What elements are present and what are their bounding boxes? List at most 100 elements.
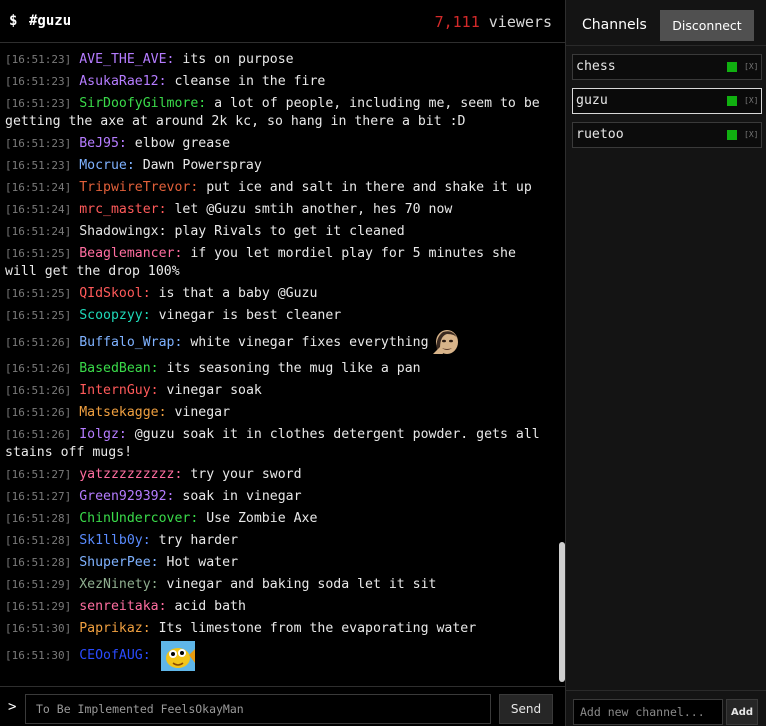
channel-name: chess bbox=[576, 59, 616, 74]
message-timestamp: [16:51:30] bbox=[5, 622, 72, 635]
chat-message: [16:51:28] ShuperPee: Hot water bbox=[5, 555, 239, 570]
message-timestamp: [16:51:30] bbox=[5, 649, 72, 662]
chat-message: [16:51:28] ChinUndercover: Use Zombie Ax… bbox=[5, 511, 318, 526]
message-username[interactable]: Green929392 bbox=[79, 489, 166, 504]
message-timestamp: [16:51:25] bbox=[5, 287, 72, 300]
message-username[interactable]: yatzzzzzzzzz bbox=[79, 467, 174, 482]
send-button[interactable]: Send bbox=[499, 694, 553, 724]
message-text: Dawn Powerspray bbox=[142, 158, 262, 173]
message-timestamp: [16:51:23] bbox=[5, 75, 72, 88]
message-username[interactable]: Shadowingx bbox=[79, 224, 158, 239]
chat-messages[interactable]: [16:51:23] AVE_THE_AVE: its on purpose [1… bbox=[0, 50, 555, 682]
message-username[interactable]: CEOofAUG bbox=[79, 648, 143, 663]
message-timestamp: [16:51:23] bbox=[5, 97, 72, 110]
viewer-number: 7,111 bbox=[434, 13, 480, 31]
chat-message: [16:51:27] yatzzzzzzzzz: try your sword bbox=[5, 467, 302, 482]
chat-message: [16:51:28] Sk1llb0y: try harder bbox=[5, 533, 239, 548]
message-username[interactable]: XezNinety bbox=[79, 577, 150, 592]
chat-message: [16:51:23] BeJ95: elbow grease bbox=[5, 136, 231, 151]
message-username[interactable]: Buffalo_Wrap bbox=[79, 335, 174, 350]
message-timestamp: [16:51:24] bbox=[5, 225, 72, 238]
message-text: Its limestone from the evaporating water bbox=[158, 621, 477, 636]
message-timestamp: [16:51:24] bbox=[5, 181, 72, 194]
channels-sidebar: Channels Disconnect chess [X] guzu [X] rueto… bbox=[565, 0, 766, 726]
message-timestamp: [16:51:27] bbox=[5, 468, 72, 481]
message-timestamp: [16:51:28] bbox=[5, 556, 72, 569]
viewer-count: 7,111 viewers bbox=[435, 13, 552, 31]
message-timestamp: [16:51:23] bbox=[5, 159, 72, 172]
chat-message: [16:51:24] mrc_master: let @Guzu smtih a… bbox=[5, 202, 453, 217]
viewer-label: viewers bbox=[488, 13, 552, 31]
message-username[interactable]: AVE_THE_AVE bbox=[79, 52, 166, 67]
message-username[interactable]: TripwireTrevor bbox=[79, 180, 190, 195]
new-channel-input[interactable] bbox=[573, 699, 723, 725]
chat-message: [16:51:26] BasedBean: its seasoning the … bbox=[5, 361, 421, 376]
message-username[interactable]: Sk1llb0y bbox=[79, 533, 143, 548]
message-text: white vinegar fixes everything bbox=[190, 335, 429, 350]
message-text: elbow grease bbox=[134, 136, 231, 151]
message-text: Hot water bbox=[166, 555, 239, 570]
message-username[interactable]: QIdSkool bbox=[79, 286, 143, 301]
message-text: try your sword bbox=[190, 467, 302, 482]
message-timestamp: [16:51:26] bbox=[5, 428, 72, 441]
message-username[interactable]: Paprikaz bbox=[79, 621, 143, 636]
close-channel-button[interactable]: [X] bbox=[744, 130, 758, 139]
fish-emote-icon bbox=[160, 641, 195, 671]
chat-message: [16:51:26] InternGuy: vinegar soak bbox=[5, 383, 262, 398]
chat-message: [16:51:30] CEOofAUG: bbox=[0, 640, 555, 671]
message-username[interactable]: InternGuy bbox=[79, 383, 150, 398]
message-username[interactable]: SirDoofyGilmore bbox=[79, 96, 198, 111]
message-username[interactable]: Matsekagge bbox=[79, 405, 158, 420]
message-username[interactable]: Beaglemancer bbox=[79, 246, 174, 261]
channel-name: ruetoo bbox=[576, 127, 624, 142]
chat-message: [16:51:29] XezNinety: vinegar and baking… bbox=[5, 577, 437, 592]
message-timestamp: [16:51:26] bbox=[5, 336, 72, 349]
add-channel-button[interactable]: Add bbox=[726, 699, 758, 725]
chat-message: [16:51:23] AsukaRae12: cleanse in the fi… bbox=[5, 74, 326, 89]
disconnect-button[interactable]: Disconnect bbox=[660, 10, 754, 41]
message-username[interactable]: mrc_master bbox=[79, 202, 158, 217]
message-timestamp: [16:51:24] bbox=[5, 203, 72, 216]
message-timestamp: [16:51:29] bbox=[5, 578, 72, 591]
chat-message: [16:51:30] Paprikaz: Its limestone from … bbox=[5, 621, 477, 636]
message-username[interactable]: BeJ95 bbox=[79, 136, 119, 151]
message-text: play Rivals to get it cleaned bbox=[174, 224, 405, 239]
message-text: vinegar is best cleaner bbox=[158, 308, 342, 323]
chat-message: [16:51:25] Scoopzyy: vinegar is best cle… bbox=[5, 308, 342, 323]
chat-message: [16:51:25] QIdSkool: is that a baby @Guz… bbox=[5, 286, 318, 301]
message-timestamp: [16:51:25] bbox=[5, 247, 72, 260]
chat-message: [16:51:26] Iolgz: @guzu soak it in cloth… bbox=[5, 427, 548, 460]
message-text: cleanse in the fire bbox=[174, 74, 326, 89]
message-text: its on purpose bbox=[182, 52, 294, 67]
chat-panel: $ #guzu 7,111 viewers [16:51:23] AVE_THE… bbox=[0, 0, 565, 726]
channel-name: guzu bbox=[576, 93, 608, 108]
channel-item-guzu[interactable]: guzu [X] bbox=[572, 88, 762, 114]
chat-input-bar: > Send bbox=[0, 686, 565, 726]
chat-message: [16:51:25] Beaglemancer: if you let mord… bbox=[5, 246, 524, 279]
message-username[interactable]: AsukaRae12 bbox=[79, 74, 158, 89]
close-channel-button[interactable]: [X] bbox=[744, 62, 758, 71]
message-timestamp: [16:51:28] bbox=[5, 512, 72, 525]
sidebar-header: Channels Disconnect bbox=[566, 0, 766, 46]
message-username[interactable]: ChinUndercover bbox=[79, 511, 190, 526]
message-text: is that a baby @Guzu bbox=[158, 286, 318, 301]
message-timestamp: [16:51:29] bbox=[5, 600, 72, 613]
chat-message: [16:51:23] AVE_THE_AVE: its on purpose bbox=[5, 52, 294, 67]
channel-item-chess[interactable]: chess [X] bbox=[572, 54, 762, 80]
online-status-icon bbox=[727, 62, 737, 72]
channel-item-ruetoo[interactable]: ruetoo [X] bbox=[572, 122, 762, 148]
message-username[interactable]: BasedBean bbox=[79, 361, 150, 376]
message-username[interactable]: Iolgz bbox=[79, 427, 119, 442]
close-channel-button[interactable]: [X] bbox=[744, 96, 758, 105]
message-text: its seasoning the mug like a pan bbox=[166, 361, 421, 376]
message-timestamp: [16:51:23] bbox=[5, 53, 72, 66]
message-username[interactable]: Mocrue bbox=[79, 158, 127, 173]
message-username[interactable]: ShuperPee bbox=[79, 555, 150, 570]
message-username[interactable]: Scoopzyy bbox=[79, 308, 143, 323]
message-username[interactable]: senreitaka bbox=[79, 599, 158, 614]
chat-input[interactable] bbox=[25, 694, 491, 724]
message-text: let @Guzu smtih another, hes 70 now bbox=[174, 202, 453, 217]
message-text: acid bath bbox=[174, 599, 246, 614]
message-timestamp: [16:51:23] bbox=[5, 137, 72, 150]
prompt-sign: $ bbox=[9, 13, 18, 29]
